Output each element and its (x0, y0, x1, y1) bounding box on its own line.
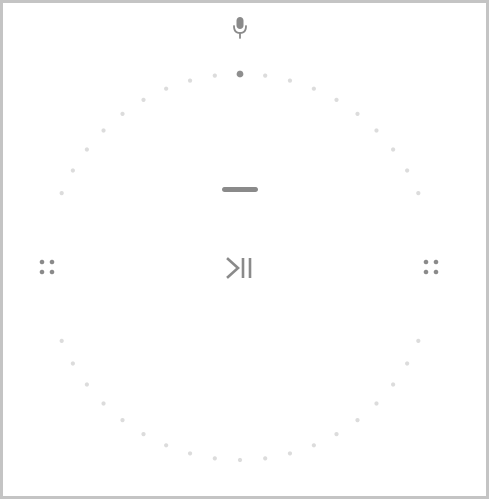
volume-ring-dot (164, 443, 169, 448)
volume-ring-dot (311, 86, 316, 91)
right-side-button[interactable] (417, 253, 445, 281)
volume-ring-dot (187, 78, 193, 83)
volume-ring-dot (101, 128, 106, 133)
speaker-touch-panel (0, 0, 489, 499)
volume-ring-dot (405, 168, 410, 173)
volume-ring-dot (70, 168, 75, 173)
volume-ring-dot (334, 97, 339, 102)
volume-ring-dot (287, 451, 293, 456)
four-dots-icon (39, 259, 55, 275)
volume-ring-dot (70, 361, 75, 366)
volume-ring-dot (120, 111, 125, 116)
volume-ring-dot (263, 73, 268, 78)
volume-ring-dot (59, 338, 64, 343)
volume-ring-dot (84, 382, 89, 387)
microphone-icon (233, 17, 247, 39)
volume-ring-dot (212, 73, 217, 78)
play-pause-icon (226, 257, 252, 279)
volume-ring-dot (84, 147, 89, 152)
volume-down-button[interactable] (215, 175, 265, 203)
volume-ring-dot (416, 191, 421, 196)
volume-ring-dot (405, 361, 410, 366)
volume-ring-dot (263, 456, 268, 461)
volume-ring-dot (212, 456, 217, 461)
microphone-button[interactable] (227, 13, 253, 43)
volume-ring-dot (120, 418, 125, 423)
four-dots-icon (423, 259, 439, 275)
volume-level-indicator (236, 70, 244, 78)
volume-ring-dot (187, 451, 193, 456)
left-side-button[interactable] (33, 253, 61, 281)
volume-ring-dot (416, 338, 421, 343)
play-pause-button[interactable] (219, 253, 261, 283)
volume-ring-dot (141, 432, 146, 437)
volume-ring-dot (59, 191, 64, 196)
volume-ring-dot (355, 111, 360, 116)
volume-ring-dot (141, 97, 146, 102)
volume-ring-dot (334, 432, 339, 437)
volume-ring-dot (237, 457, 243, 463)
volume-ring-dot (311, 443, 316, 448)
volume-ring-dot (355, 418, 360, 423)
volume-ring-dot (391, 147, 396, 152)
volume-ring-dot (391, 382, 396, 387)
volume-ring-dot (164, 86, 169, 91)
minus-icon (222, 186, 258, 192)
volume-ring-dot (101, 401, 106, 406)
volume-ring-dot (374, 401, 379, 406)
volume-ring-dot (287, 78, 293, 83)
volume-ring-dot (374, 128, 379, 133)
